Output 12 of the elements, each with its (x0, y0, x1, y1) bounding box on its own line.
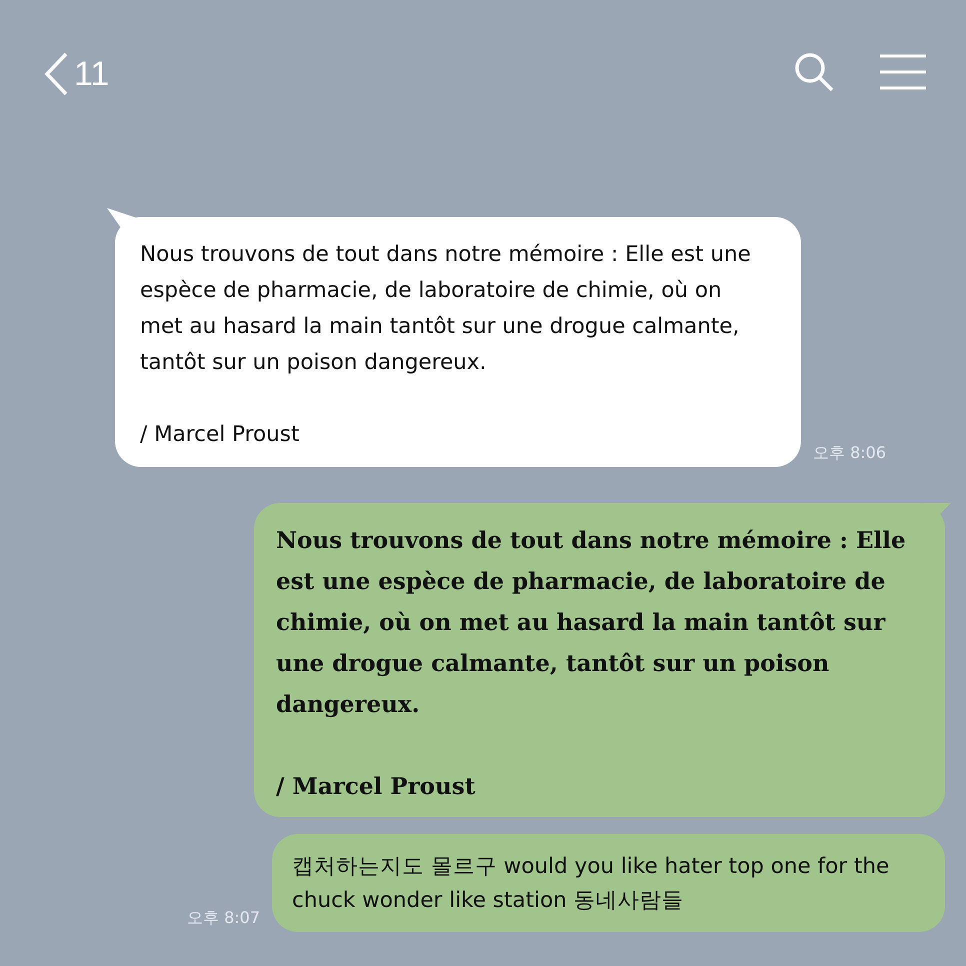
message-time: 오후 8:06 (813, 442, 886, 464)
back-button[interactable]: 11 (44, 52, 110, 96)
menu-button[interactable] (880, 54, 926, 90)
message-text: Nous trouvons de tout dans notre mémoire : Elle est une espèce de pharmacie, de laboratoire de chimie, où on met au hasard la main tantôt sur une drogue calmante, tantôt sur un poison dangereux. / Marcel Proust (276, 527, 906, 800)
message-time: 오후 8:07 (186, 907, 260, 929)
unread-count: 11 (74, 57, 110, 91)
menu-icon (880, 54, 926, 90)
back-icon (44, 52, 68, 96)
search-icon (794, 52, 834, 92)
message-text: 캡처하는지도 몰르구 would you like hater top one for the chuck wonder like station 동네사람들 (292, 854, 890, 913)
message-text: Nous trouvons de tout dans notre mémoire : Elle est une espèce de pharmacie, de laboratoire de chimie, où on met au hasard la main tantôt sur une drogue calmante, tantôt sur un poison dangereux. / Marcel Proust (140, 242, 751, 447)
search-button[interactable] (794, 52, 834, 92)
